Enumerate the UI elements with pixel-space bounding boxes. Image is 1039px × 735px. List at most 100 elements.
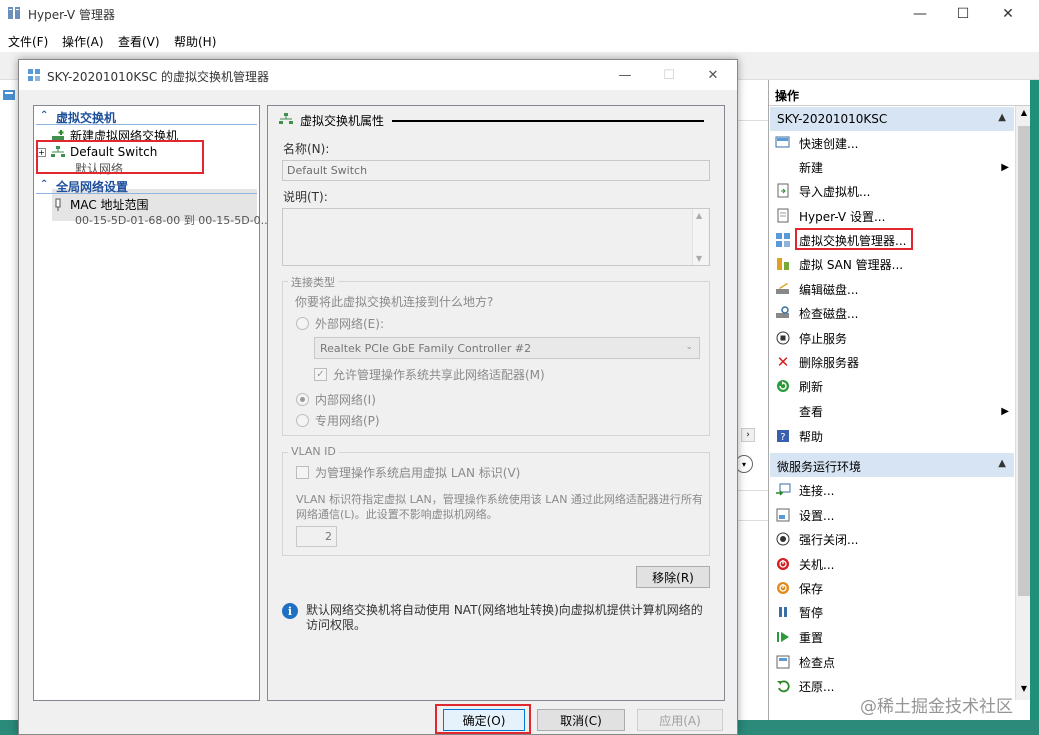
- network-switch-icon: [278, 112, 294, 129]
- menu-help[interactable]: 帮助(H): [174, 33, 216, 50]
- network-adapter-dropdown[interactable]: Realtek PCIe GbE Family Controller #2 ⌄: [314, 337, 700, 359]
- center-pane-peek: [737, 80, 768, 720]
- virtual-switch-manager-dialog: SKY-20201010KSC 的虚拟交换机管理器 — ☐ ✕ ⌃ 虚拟交换机 …: [18, 59, 738, 735]
- action-inspect-disk[interactable]: 检查磁盘...: [775, 302, 1013, 324]
- action-settings[interactable]: 设置...: [775, 504, 1013, 526]
- switch-tree-pane: ⌃ 虚拟交换机 新建虚拟网络交换机 + Default Switch 默认网络 …: [33, 105, 271, 701]
- vlan-description: VLAN 标识符指定虚拟 LAN，管理操作系统使用该 LAN 通过此网络适配器进…: [296, 493, 703, 521]
- inspect-disk-icon: [775, 305, 791, 321]
- vlan-id-field[interactable]: 2: [296, 526, 337, 547]
- scroll-thumb[interactable]: [1018, 126, 1030, 596]
- action-view[interactable]: 查看 ▶: [775, 400, 1013, 422]
- action-help[interactable]: ? 帮助: [775, 425, 1013, 447]
- watermark: @稀土掘金技术社区: [860, 697, 1013, 717]
- menu-view[interactable]: 查看(V): [118, 33, 160, 50]
- tree-item-mac-range[interactable]: MAC 地址范围: [50, 196, 149, 213]
- action-stop-service[interactable]: 停止服务: [775, 327, 1013, 349]
- tree-header-virtual-switches[interactable]: ⌃ 虚拟交换机: [36, 109, 257, 125]
- vm-section-label: 微服务运行环境: [777, 460, 862, 474]
- left-pane-peek: [0, 80, 18, 720]
- action-new[interactable]: 新建 ▶: [775, 156, 1013, 178]
- chevron-down-icon: ⌄: [685, 342, 693, 352]
- action-turn-off[interactable]: 强行关闭...: [775, 528, 1013, 550]
- help-icon: ?: [775, 428, 791, 444]
- dialog-titlebar: SKY-20201010KSC 的虚拟交换机管理器 — ☐ ✕: [19, 60, 737, 90]
- action-checkpoint[interactable]: 检查点: [775, 651, 1013, 673]
- remove-button[interactable]: 移除(R): [636, 566, 710, 588]
- connection-question: 你要将此虚拟交换机连接到什么地方?: [295, 295, 494, 309]
- submenu-arrow-icon: ▶: [1001, 405, 1009, 417]
- apply-button[interactable]: 应用(A): [637, 709, 723, 731]
- save-icon: [775, 580, 791, 596]
- tree-header-global-network[interactable]: ⌃ 全局网络设置: [36, 178, 257, 194]
- reset-icon: [775, 629, 791, 645]
- cancel-button[interactable]: 取消(C): [537, 709, 625, 731]
- action-connect[interactable]: 连接...: [775, 479, 1013, 501]
- import-icon: [775, 183, 791, 199]
- properties-title: 虚拟交换机属性: [278, 112, 705, 129]
- highlight-default-switch: [36, 140, 204, 174]
- submenu-arrow-icon: ▶: [1001, 161, 1009, 173]
- action-virtual-san-manager[interactable]: 虚拟 SAN 管理器...: [775, 253, 1013, 275]
- internal-network-radio[interactable]: 内部网络(I): [296, 391, 376, 408]
- private-network-radio[interactable]: 专用网络(P): [296, 412, 380, 429]
- collapse-icon[interactable]: ⌃: [40, 179, 48, 190]
- info-icon: i: [282, 603, 298, 619]
- quick-create-icon: [775, 135, 791, 151]
- menu-file[interactable]: 文件(F): [8, 33, 48, 50]
- collapse-up-icon[interactable]: ▲: [998, 112, 1006, 123]
- san-manager-icon: [775, 256, 791, 272]
- vlan-enable-checkbox[interactable]: 为管理操作系统启用虚拟 LAN 标识(V): [296, 464, 520, 481]
- name-field[interactable]: Default Switch: [282, 160, 710, 181]
- dialog-minimize-button[interactable]: —: [603, 60, 647, 90]
- settings-doc-icon: [775, 208, 791, 224]
- action-reset[interactable]: 重置: [775, 626, 1013, 648]
- server-section-label: SKY-20201010KSC: [777, 112, 888, 126]
- dialog-maximize-button[interactable]: ☐: [647, 60, 691, 90]
- stop-service-icon: [775, 330, 791, 346]
- connect-icon: [775, 482, 791, 498]
- pause-icon: [775, 604, 791, 620]
- server-section-header[interactable]: SKY-20201010KSC ▲: [770, 107, 1014, 131]
- actions-scrollbar[interactable]: ▲ ▼: [1015, 106, 1031, 700]
- close-button[interactable]: ✕: [985, 0, 1031, 28]
- minimize-button[interactable]: —: [897, 0, 943, 28]
- allow-share-checkbox[interactable]: ✓ 允许管理操作系统共享此网络适配器(M): [314, 366, 545, 383]
- action-pause[interactable]: 暂停: [775, 601, 1013, 623]
- vm-section-header[interactable]: 微服务运行环境 ▲: [770, 453, 1014, 477]
- action-quick-create[interactable]: 快速创建...: [775, 132, 1013, 154]
- description-field[interactable]: [282, 208, 710, 266]
- action-shutdown[interactable]: 关机...: [775, 553, 1013, 575]
- collapse-icon[interactable]: ⌃: [40, 110, 48, 121]
- description-label: 说明(T):: [283, 190, 328, 204]
- menu-action[interactable]: 操作(A): [62, 33, 104, 50]
- vlan-caption: VLAN ID: [288, 445, 339, 458]
- action-edit-disk[interactable]: 编辑磁盘...: [775, 278, 1013, 300]
- hyperv-app-icon: [8, 7, 20, 19]
- dialog-title: SKY-20201010KSC 的虚拟交换机管理器: [47, 70, 270, 84]
- settings-icon: [775, 507, 791, 523]
- external-network-radio[interactable]: 外部网络(E):: [296, 315, 384, 332]
- checkpoint-icon: [775, 654, 791, 670]
- description-scrollbar[interactable]: ▲ ▼: [692, 209, 708, 265]
- action-hyperv-settings[interactable]: Hyper-V 设置...: [775, 205, 1013, 227]
- highlight-ok-button: [435, 704, 531, 734]
- turn-off-icon: [775, 531, 791, 547]
- action-delete-server[interactable]: ✕ 删除服务器: [775, 351, 1013, 373]
- menu-bar: 文件(F) 操作(A) 查看(V) 帮助(H): [0, 28, 1039, 52]
- scroll-right-arrow-icon[interactable]: ›: [741, 428, 755, 442]
- svg-text:?: ?: [780, 432, 785, 443]
- actions-header: 操作: [769, 80, 1039, 106]
- dialog-close-button[interactable]: ✕: [691, 60, 735, 90]
- action-refresh[interactable]: 刷新: [775, 375, 1013, 397]
- actions-pane: 操作 SKY-20201010KSC ▲ 快速创建... 新建 ▶ 导入虚拟机.…: [768, 80, 1039, 720]
- action-import-vm[interactable]: 导入虚拟机...: [775, 180, 1013, 202]
- refresh-icon: [775, 378, 791, 394]
- maximize-button[interactable]: ☐: [940, 0, 986, 28]
- server-tree-icon: [3, 90, 15, 100]
- collapse-up-icon[interactable]: ▲: [998, 458, 1006, 469]
- connection-type-caption: 连接类型: [288, 274, 338, 290]
- desktop-background: [1030, 80, 1039, 735]
- name-label: 名称(N):: [283, 142, 330, 156]
- action-save[interactable]: 保存: [775, 577, 1013, 599]
